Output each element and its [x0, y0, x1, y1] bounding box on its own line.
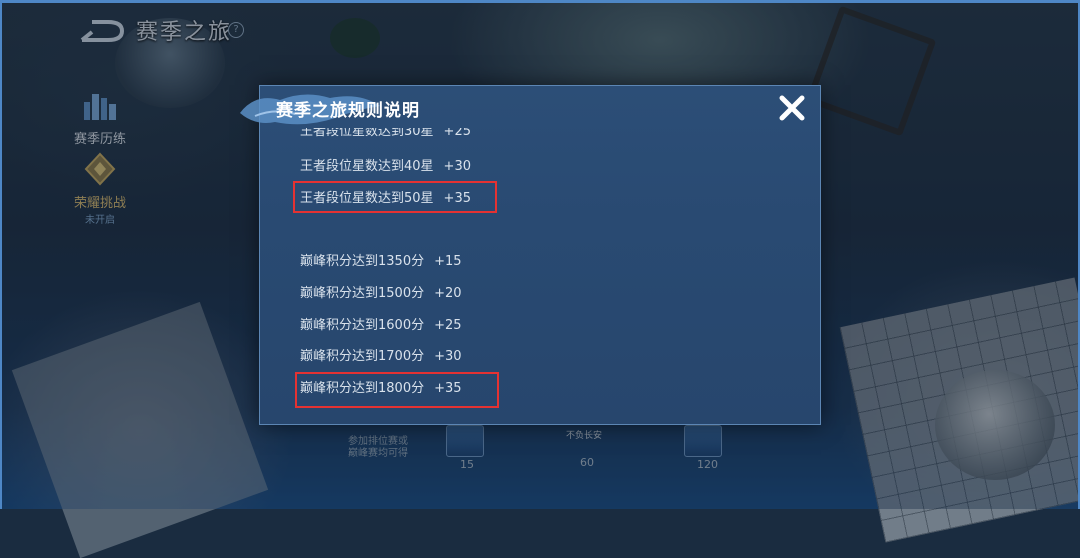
rule-bonus: +15	[434, 254, 462, 269]
highlight-box	[293, 181, 497, 213]
rule-bonus: +30	[434, 349, 462, 364]
rule-label: 巅峰积分达到1700分	[300, 349, 425, 364]
rule-label: 巅峰积分达到1500分	[300, 286, 425, 301]
list-item: 王者段位星数达到30星 +25	[300, 126, 471, 139]
list-item: 王者段位星数达到40星 +30	[300, 155, 471, 174]
list-item: 巅峰积分达到1500分 +20	[300, 282, 462, 301]
rule-bonus: +25	[434, 318, 462, 333]
list-item: 巅峰积分达到1700分 +30	[300, 345, 462, 364]
list-item: 巅峰积分达到1350分 +15	[300, 250, 462, 269]
rule-bonus: +30	[443, 159, 471, 174]
rule-label: 巅峰积分达到1600分	[300, 318, 425, 333]
rule-bonus: +25	[443, 126, 471, 139]
rule-label: 巅峰积分达到1350分	[300, 254, 425, 269]
highlight-box	[295, 372, 499, 408]
close-icon[interactable]	[776, 92, 808, 124]
list-item: 巅峰积分达到1600分 +25	[300, 314, 462, 333]
rule-label: 王者段位星数达到40星	[300, 159, 434, 174]
rule-label: 王者段位星数达到30星	[300, 126, 434, 139]
rule-bonus: +20	[434, 286, 462, 301]
dialog-title: 赛季之旅规则说明	[276, 101, 420, 121]
